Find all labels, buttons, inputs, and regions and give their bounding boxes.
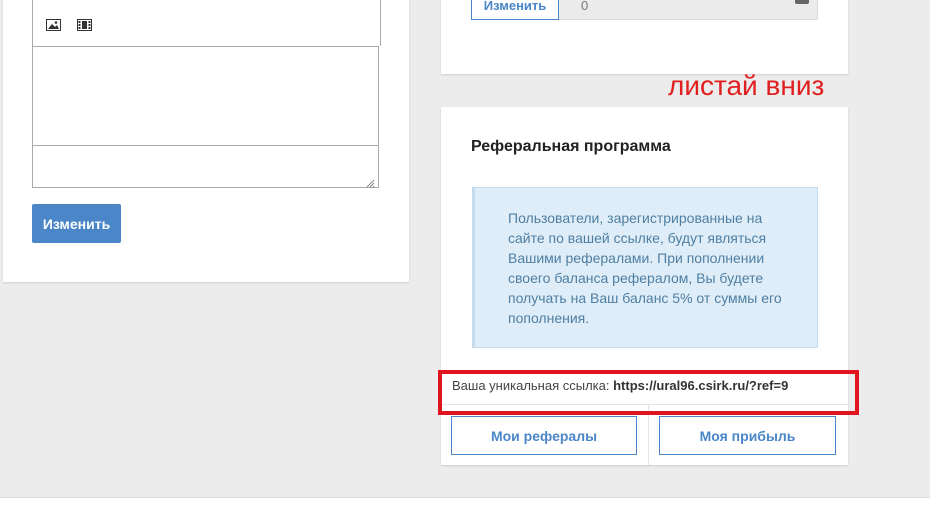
resize-handle-icon[interactable] <box>366 175 375 188</box>
copy-icon[interactable] <box>795 0 809 4</box>
comment-editor-card: Изменить <box>3 0 409 282</box>
editor-textarea[interactable] <box>32 46 379 146</box>
editor-toolbar <box>32 0 381 46</box>
image-icon[interactable] <box>45 18 61 32</box>
my-profit-button[interactable]: Моя прибыль <box>659 416 836 455</box>
change-button[interactable]: Изменить <box>471 0 559 20</box>
referral-link-highlight <box>438 370 859 415</box>
film-icon[interactable] <box>76 18 92 32</box>
submit-change-button[interactable]: Изменить <box>32 204 121 243</box>
field-value: 0 <box>581 0 589 13</box>
editor-statusbar <box>32 146 379 188</box>
referral-title: Реферальная программа <box>471 138 671 155</box>
referral-info-text: Пользователи, зарегистрированные на сайт… <box>508 210 782 326</box>
referral-info-box: Пользователи, зарегистрированные на сайт… <box>472 187 818 348</box>
my-referrals-button[interactable]: Мои рефералы <box>451 416 637 455</box>
scroll-down-annotation: листай вниз <box>668 70 825 101</box>
settings-card: Изменить 0 <box>441 0 848 74</box>
readonly-value-field: 0 <box>559 0 818 20</box>
